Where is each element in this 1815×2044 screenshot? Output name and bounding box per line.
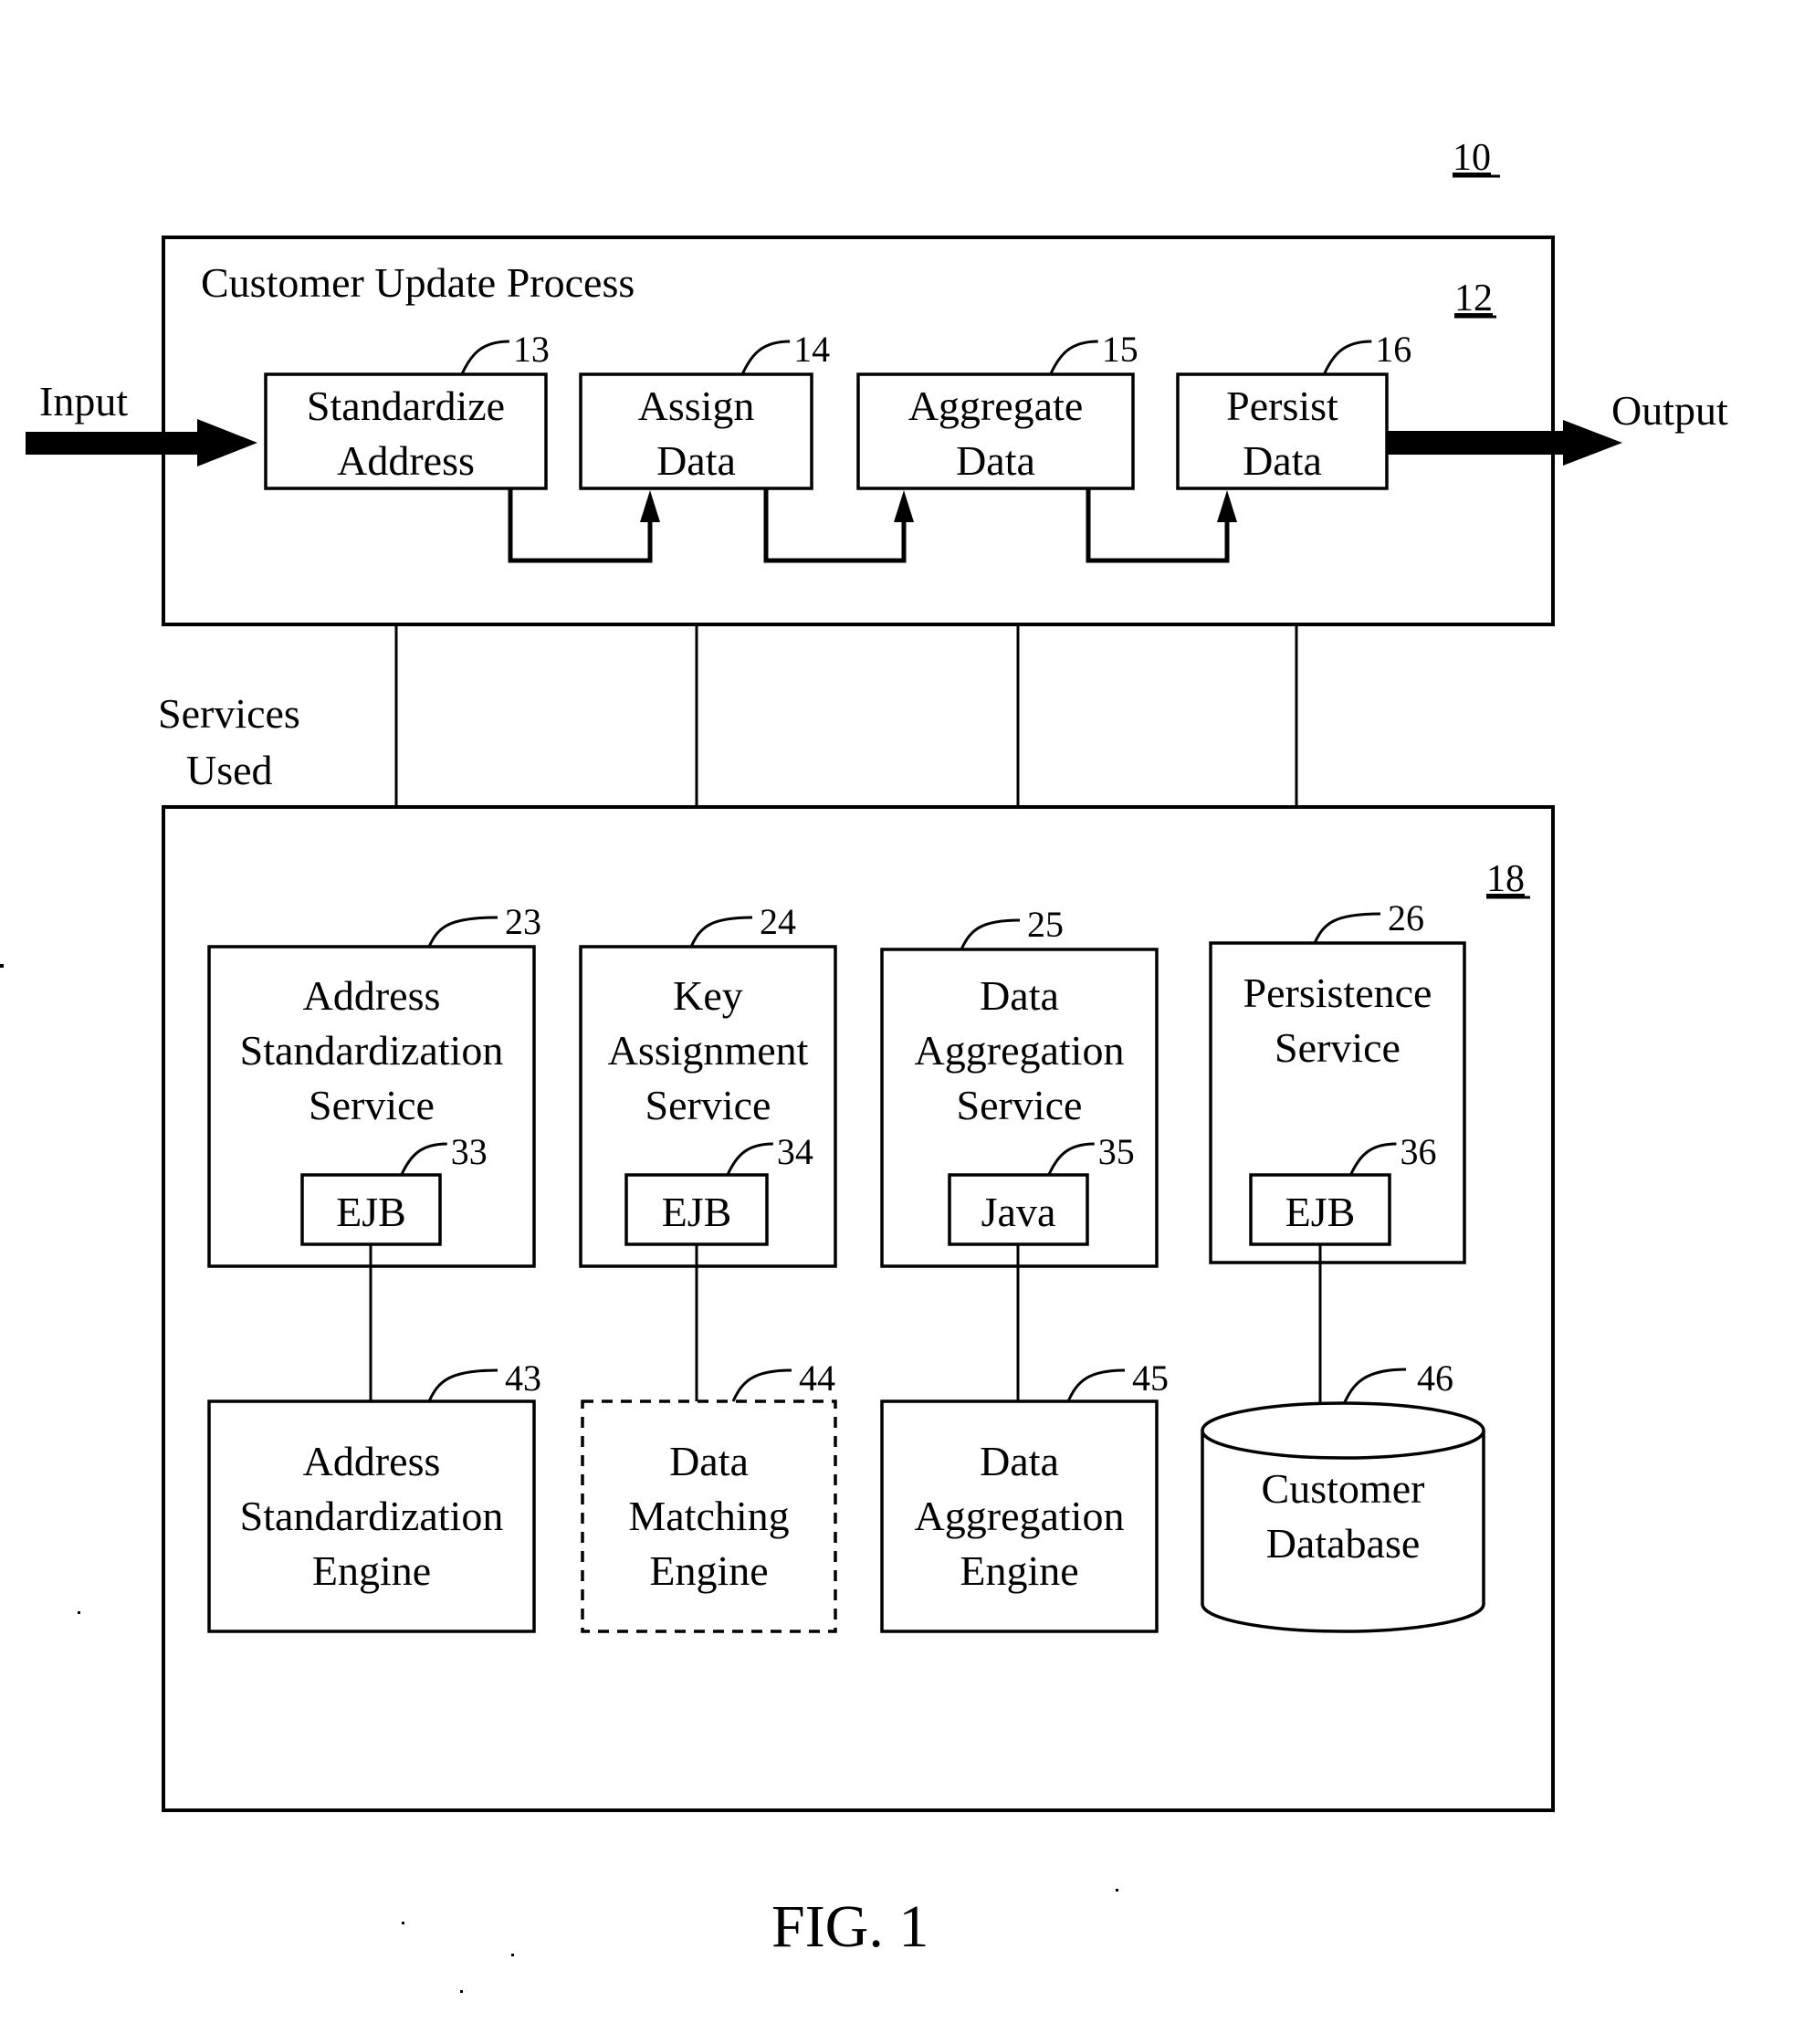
process-step-label: Assign bbox=[638, 383, 755, 429]
process-step-reference-number: 15 bbox=[1102, 329, 1138, 370]
service-label: Service bbox=[309, 1082, 435, 1128]
input-label: Input bbox=[39, 378, 128, 425]
service-reference-number: 23 bbox=[505, 901, 541, 942]
service-label: Assignment bbox=[608, 1027, 809, 1074]
service-label: Service bbox=[1275, 1024, 1401, 1071]
engine-label: Aggregation bbox=[915, 1493, 1125, 1539]
engine-label: Engine bbox=[312, 1547, 431, 1594]
database-label: Database bbox=[1266, 1520, 1421, 1567]
services-used-connectors bbox=[394, 624, 1298, 807]
patent-figure: 10 Customer Update Process 12 Input Outp… bbox=[0, 0, 1815, 2039]
process-title: Customer Update Process bbox=[201, 259, 635, 306]
engine-label: Data bbox=[980, 1438, 1059, 1484]
engine-label: Matching bbox=[628, 1493, 789, 1539]
service-label: Service bbox=[645, 1082, 771, 1128]
database-label: Customer bbox=[1262, 1465, 1425, 1512]
service-label: Standardization bbox=[240, 1027, 504, 1074]
database-reference-number: 46 bbox=[1417, 1357, 1453, 1399]
service-label: Persistence bbox=[1243, 970, 1432, 1016]
process-step-reference-number: 16 bbox=[1375, 329, 1411, 370]
engine-reference-number: 45 bbox=[1132, 1357, 1169, 1399]
service-label: Service bbox=[957, 1082, 1083, 1128]
engine-reference-number: 44 bbox=[799, 1357, 835, 1399]
implementation-label: EJB bbox=[662, 1189, 732, 1235]
process-step-label: Standardize bbox=[307, 383, 505, 429]
process-step-label: Persist bbox=[1226, 383, 1338, 429]
implementation-label: EJB bbox=[1285, 1189, 1356, 1235]
output-label: Output bbox=[1611, 387, 1728, 434]
implementation-label: EJB bbox=[336, 1189, 406, 1235]
implementation-reference-number: 35 bbox=[1098, 1131, 1135, 1172]
engine-label: Standardization bbox=[240, 1493, 504, 1539]
service-label: Aggregation bbox=[915, 1027, 1125, 1074]
service-25: Data Aggregation Service 25 Java 35 bbox=[880, 904, 1159, 1268]
service-label: Data bbox=[980, 972, 1059, 1019]
service-26: Persistence Service 26 EJB 36 bbox=[1209, 897, 1466, 1264]
service-reference-number: 24 bbox=[760, 901, 796, 942]
engine-label: Engine bbox=[649, 1547, 768, 1594]
process-step-label: Data bbox=[1243, 437, 1322, 484]
engine-label: Data bbox=[669, 1438, 749, 1484]
architecture-diagram: 10 Customer Update Process 12 Input Outp… bbox=[0, 137, 1728, 1993]
service-label: Address bbox=[303, 972, 441, 1019]
engine-label: Engine bbox=[960, 1547, 1078, 1594]
implementation-reference-number: 36 bbox=[1400, 1131, 1436, 1172]
process-step-reference-number: 13 bbox=[513, 329, 550, 370]
service-label: Key bbox=[673, 972, 743, 1019]
process-step-label: Address bbox=[337, 437, 475, 484]
process-step-label: Aggregate bbox=[908, 383, 1084, 429]
process-step-reference-number: 14 bbox=[793, 329, 830, 370]
system-reference-number: 10 bbox=[1453, 137, 1491, 179]
service-reference-number: 25 bbox=[1027, 904, 1064, 945]
figure-caption: FIG. 1 bbox=[771, 1893, 928, 1960]
implementation-reference-number: 34 bbox=[777, 1131, 813, 1172]
services-used-label-line1: Services bbox=[158, 690, 300, 737]
service-reference-number: 26 bbox=[1388, 897, 1424, 938]
implementation-reference-number: 33 bbox=[451, 1131, 488, 1172]
process-reference-number: 12 bbox=[1454, 278, 1493, 320]
service-24: Key Assignment Service 24 EJB 34 bbox=[579, 901, 837, 1268]
process-step-label: Data bbox=[956, 437, 1035, 484]
engine-label: Address bbox=[303, 1438, 441, 1484]
engine-reference-number: 43 bbox=[505, 1357, 541, 1399]
implementation-label: Java bbox=[981, 1189, 1056, 1235]
services-used-label-line2: Used bbox=[186, 747, 273, 793]
services-layer-reference-number: 18 bbox=[1486, 858, 1525, 900]
process-step-label: Data bbox=[656, 437, 736, 484]
service-23: Address Standardization Service 23 EJB 33 bbox=[207, 901, 541, 1268]
